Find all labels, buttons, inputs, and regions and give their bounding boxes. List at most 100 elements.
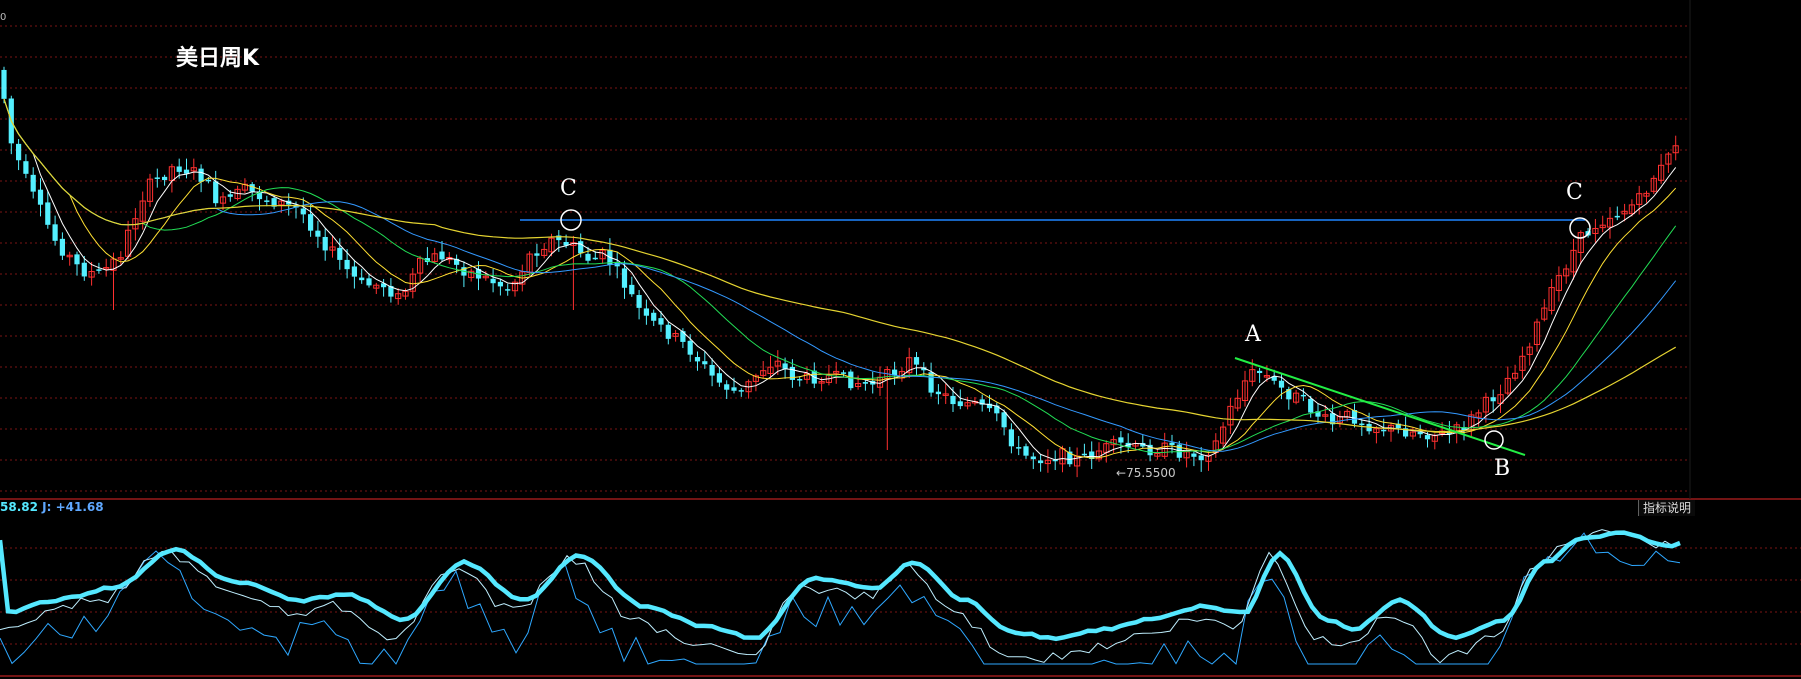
annotation-c-left: C (560, 176, 577, 201)
candle-down (709, 364, 715, 376)
candle-down (308, 214, 314, 231)
candle-down (1016, 447, 1022, 449)
candle-down (1424, 435, 1431, 440)
ma20-line (3, 98, 1677, 454)
candle-down (1198, 455, 1204, 461)
candle-down (797, 379, 803, 381)
candle-down (731, 387, 737, 391)
candle-down (300, 208, 306, 215)
candle-down (585, 253, 591, 261)
candle-down (154, 177, 160, 179)
candle-down (1490, 397, 1496, 402)
ma60-line (3, 98, 1676, 433)
candle-down (840, 372, 847, 374)
candle-down (198, 168, 204, 182)
candle-down (687, 340, 693, 355)
candle-down (643, 308, 649, 316)
candle-down (1081, 453, 1087, 456)
candle-down (1191, 453, 1197, 457)
candle-down (636, 295, 642, 308)
candle-down (322, 236, 328, 251)
chart-title: 美日周K (176, 46, 260, 71)
candlestick-chart[interactable] (0, 0, 1801, 679)
candle-down (1351, 410, 1358, 424)
candle-down (534, 253, 540, 256)
candle-down (359, 277, 365, 281)
annotation-b: B (1494, 456, 1511, 481)
candle-down (74, 254, 80, 265)
candle-down (344, 259, 350, 270)
candle-down (848, 371, 854, 389)
candle-down (315, 230, 321, 237)
ma30-line (3, 98, 1677, 452)
candle-down (1359, 423, 1365, 426)
candle-down (1038, 460, 1044, 464)
candle-down (505, 289, 511, 291)
candle-down (176, 166, 182, 172)
candle-down (1023, 446, 1029, 456)
candle-down (862, 382, 868, 384)
candle-down (490, 278, 496, 284)
annotation-a: A (1245, 322, 1261, 347)
candle-down (680, 331, 686, 342)
candle-down (497, 281, 503, 287)
candle-down (724, 384, 730, 390)
candle-down (578, 241, 584, 254)
candle-down (439, 251, 445, 260)
candle-down (227, 194, 233, 197)
trend-line (1234, 357, 1526, 456)
candle-down (629, 284, 635, 295)
candle-down (716, 373, 722, 383)
axis-top-label: 0 (0, 12, 7, 23)
candle-down (45, 202, 51, 225)
candle-down (658, 318, 664, 325)
candle-down (59, 238, 65, 256)
kdj-value: 58.82 (0, 500, 38, 514)
candle-down (213, 181, 219, 204)
candle-down (162, 176, 168, 181)
candle-down (1614, 215, 1620, 218)
low-price-value: 75.5500 (1126, 466, 1176, 480)
candle-down (621, 268, 628, 288)
arrow-left-icon: ← (1116, 466, 1127, 480)
candle-down (913, 357, 920, 365)
candle-down (702, 361, 708, 365)
kdj-k-line (0, 530, 1681, 642)
candle-down (23, 161, 29, 174)
candle-down (1118, 437, 1124, 443)
candle-down (249, 184, 255, 192)
candle-down (782, 363, 788, 369)
candle-down (264, 200, 270, 202)
candle-down (665, 324, 671, 339)
candle-down (957, 401, 963, 407)
candle-down (52, 224, 58, 241)
kdj-j-value: J: +41.68 (42, 500, 104, 514)
candle-down (1008, 429, 1014, 447)
candle-down (1169, 442, 1175, 446)
candle-down (935, 391, 941, 395)
ma5-line (3, 98, 1677, 461)
candle-down (1381, 429, 1387, 432)
candle-down (694, 357, 701, 362)
candle-down (351, 266, 357, 277)
candle-down (1278, 380, 1285, 388)
circle-marker-c-right (1569, 217, 1591, 239)
low-price-label: ←75.5500 (1116, 466, 1176, 480)
kdj-d-line (0, 529, 1675, 664)
circle-marker-b (1484, 430, 1504, 450)
candle-down (738, 390, 744, 392)
candle-down (366, 278, 372, 286)
chart-window: 0 美日周K C C A B ←75.5500 58.82 J: +41.68 … (0, 0, 1801, 679)
candle-down (1300, 394, 1306, 397)
candle-down (1308, 398, 1314, 413)
candle-down (950, 395, 956, 405)
candle-down (30, 174, 36, 192)
candle-down (96, 269, 102, 271)
candle-down (337, 247, 343, 260)
candle-down (1030, 456, 1036, 460)
candle-down (651, 312, 657, 321)
annotation-c-right: C (1566, 180, 1583, 205)
indicator-help-button[interactable]: 指标说明 (1638, 500, 1696, 516)
candle-down (1001, 412, 1007, 428)
candle-down (205, 179, 211, 182)
